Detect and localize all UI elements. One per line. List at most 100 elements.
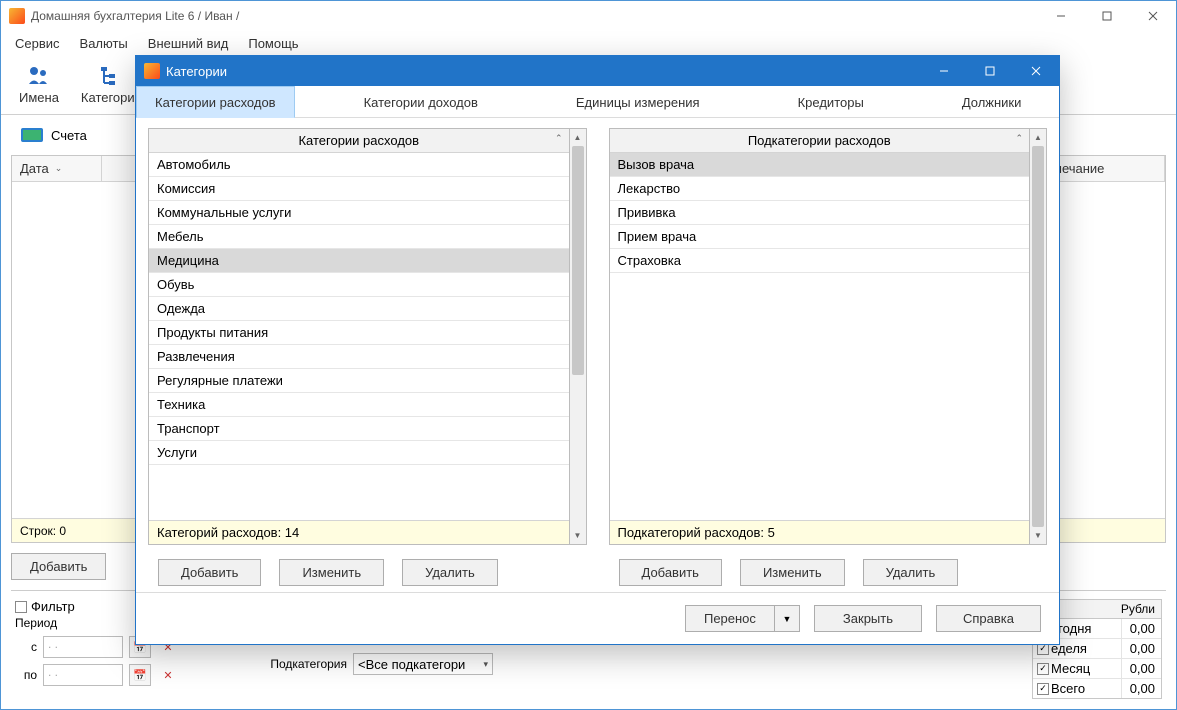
main-menu: Сервис Валюты Внешний вид Помощь xyxy=(1,31,1176,55)
category-item[interactable]: Обувь xyxy=(149,273,569,297)
subcategories-panel: Подкатегории расходов⌃ Вызов врачаЛекарс… xyxy=(609,128,1048,588)
summary-label: Месяц xyxy=(1051,661,1090,676)
category-item[interactable]: Продукты питания xyxy=(149,321,569,345)
category-item[interactable]: Коммунальные услуги xyxy=(149,201,569,225)
summary-row: ✓Месяц 0,00 xyxy=(1033,659,1161,679)
tab-4[interactable]: Должники xyxy=(943,86,1041,117)
dialog-footer: Перенос ▼ Закрыть Справка xyxy=(136,592,1059,644)
category-item[interactable]: Одежда xyxy=(149,297,569,321)
category-item[interactable]: Развлечения xyxy=(149,345,569,369)
toolbar-names[interactable]: Имена xyxy=(11,60,67,109)
transfer-button[interactable]: Перенос xyxy=(685,605,774,632)
subcategories-count: Подкатегорий расходов: 5 xyxy=(610,520,1030,544)
menu-service[interactable]: Сервис xyxy=(7,34,68,53)
dialog-maximize-button[interactable] xyxy=(967,56,1013,86)
tab-2[interactable]: Единицы измерения xyxy=(557,86,719,117)
categories-scrollbar[interactable]: ▲ ▼ xyxy=(570,128,587,545)
dialog-body: Категории расходов⌃ АвтомобильКомиссияКо… xyxy=(136,118,1059,592)
summary-value: 0,00 xyxy=(1121,639,1161,658)
cat-delete-button[interactable]: Удалить xyxy=(402,559,498,586)
from-label: с xyxy=(15,640,37,654)
date-from-input[interactable]: . . xyxy=(43,636,123,658)
cat-add-button[interactable]: Добавить xyxy=(158,559,261,586)
subcategory-item[interactable]: Лекарство xyxy=(610,177,1030,201)
scroll-down-icon[interactable]: ▼ xyxy=(570,527,586,544)
summary-value: 0,00 xyxy=(1121,679,1161,698)
transfer-split-button[interactable]: Перенос ▼ xyxy=(685,605,800,632)
col-date[interactable]: Дата⌄ xyxy=(12,156,102,181)
main-titlebar: Домашняя бухгалтерия Lite 6 / Иван / xyxy=(1,1,1176,31)
date-to-input[interactable]: . . xyxy=(43,664,123,686)
toolbar-names-label: Имена xyxy=(19,90,59,105)
summary-label: Всего xyxy=(1051,681,1085,696)
accounts-label: Счета xyxy=(51,128,87,143)
menu-help[interactable]: Помощь xyxy=(240,34,306,53)
toolbar-categories-label: Категории xyxy=(81,90,142,105)
grid-add-button[interactable]: Добавить xyxy=(11,553,106,580)
clear-to-icon[interactable]: ✕ xyxy=(157,664,179,686)
summary-checkbox[interactable]: ✓ xyxy=(1037,683,1049,695)
calendar-to-icon[interactable]: 📅 xyxy=(129,664,151,686)
dialog-tabs: Категории расходов Категории доходов Едини… xyxy=(136,86,1059,118)
summary-value: 0,00 xyxy=(1121,619,1161,638)
summary-row: ✓Всего 0,00 xyxy=(1033,679,1161,698)
subcategory-select[interactable]: <Все подкатегори xyxy=(353,653,493,675)
subcat-delete-button[interactable]: Удалить xyxy=(863,559,959,586)
scroll-up-icon[interactable]: ▲ xyxy=(570,129,586,146)
dialog-titlebar: Категории xyxy=(136,56,1059,86)
category-item[interactable]: Комиссия xyxy=(149,177,569,201)
dialog-icon xyxy=(144,63,160,79)
subcategory-item[interactable]: Вызов врача xyxy=(610,153,1030,177)
category-item[interactable]: Транспорт xyxy=(149,417,569,441)
category-item[interactable]: Автомобиль xyxy=(149,153,569,177)
subcat-edit-button[interactable]: Изменить xyxy=(740,559,845,586)
subcategory-item[interactable]: Прием врача xyxy=(610,225,1030,249)
menu-appearance[interactable]: Внешний вид xyxy=(140,34,237,53)
tab-0[interactable]: Категории расходов xyxy=(136,86,295,118)
tab-1[interactable]: Категории доходов xyxy=(345,86,497,117)
categories-header[interactable]: Категории расходов⌃ xyxy=(149,129,569,153)
cat-edit-button[interactable]: Изменить xyxy=(279,559,384,586)
subcategory-label: Подкатегория xyxy=(255,657,347,671)
close-dialog-button[interactable]: Закрыть xyxy=(814,605,922,632)
subcategory-item[interactable]: Прививка xyxy=(610,201,1030,225)
filter-label: Фильтр xyxy=(31,599,75,614)
scroll-thumb[interactable] xyxy=(1032,146,1044,527)
categories-list[interactable]: Категории расходов⌃ АвтомобильКомиссияКо… xyxy=(148,128,570,545)
category-item[interactable]: Техника xyxy=(149,393,569,417)
filter-checkbox[interactable] xyxy=(15,601,27,613)
scroll-up-icon[interactable]: ▲ xyxy=(1030,129,1046,146)
dialog-close-button[interactable] xyxy=(1013,56,1059,86)
categories-dialog: Категории Категории расходов Категории до… xyxy=(135,55,1060,645)
close-button[interactable] xyxy=(1130,1,1176,31)
summary-checkbox[interactable]: ✓ xyxy=(1037,663,1049,675)
subcat-add-button[interactable]: Добавить xyxy=(619,559,722,586)
scroll-thumb[interactable] xyxy=(572,146,584,375)
app-title: Домашняя бухгалтерия Lite 6 / Иван / xyxy=(31,9,1038,23)
dialog-minimize-button[interactable] xyxy=(921,56,967,86)
category-item[interactable]: Мебель xyxy=(149,225,569,249)
accounts-icon xyxy=(21,128,43,142)
category-item[interactable]: Медицина xyxy=(149,249,569,273)
to-label: по xyxy=(15,668,37,682)
subcategory-item[interactable]: Страховка xyxy=(610,249,1030,273)
app-icon xyxy=(9,8,25,24)
maximize-button[interactable] xyxy=(1084,1,1130,31)
categories-panel: Категории расходов⌃ АвтомобильКомиссияКо… xyxy=(148,128,587,588)
col-note[interactable]: мечание xyxy=(1045,156,1165,181)
dialog-title: Категории xyxy=(166,64,921,79)
transfer-dropdown-icon[interactable]: ▼ xyxy=(774,605,800,632)
scroll-down-icon[interactable]: ▼ xyxy=(1030,527,1046,544)
category-item[interactable]: Регулярные платежи xyxy=(149,369,569,393)
subcategories-header[interactable]: Подкатегории расходов⌃ xyxy=(610,129,1030,153)
tab-3[interactable]: Кредиторы xyxy=(779,86,883,117)
category-item[interactable]: Услуги xyxy=(149,441,569,465)
categories-count: Категорий расходов: 14 xyxy=(149,520,569,544)
accounts-item[interactable]: Счета xyxy=(11,124,97,147)
subcategories-scrollbar[interactable]: ▲ ▼ xyxy=(1030,128,1047,545)
summary-value: 0,00 xyxy=(1121,659,1161,678)
subcategories-list[interactable]: Подкатегории расходов⌃ Вызов врачаЛекарс… xyxy=(609,128,1031,545)
help-button[interactable]: Справка xyxy=(936,605,1041,632)
minimize-button[interactable] xyxy=(1038,1,1084,31)
menu-currencies[interactable]: Валюты xyxy=(72,34,136,53)
